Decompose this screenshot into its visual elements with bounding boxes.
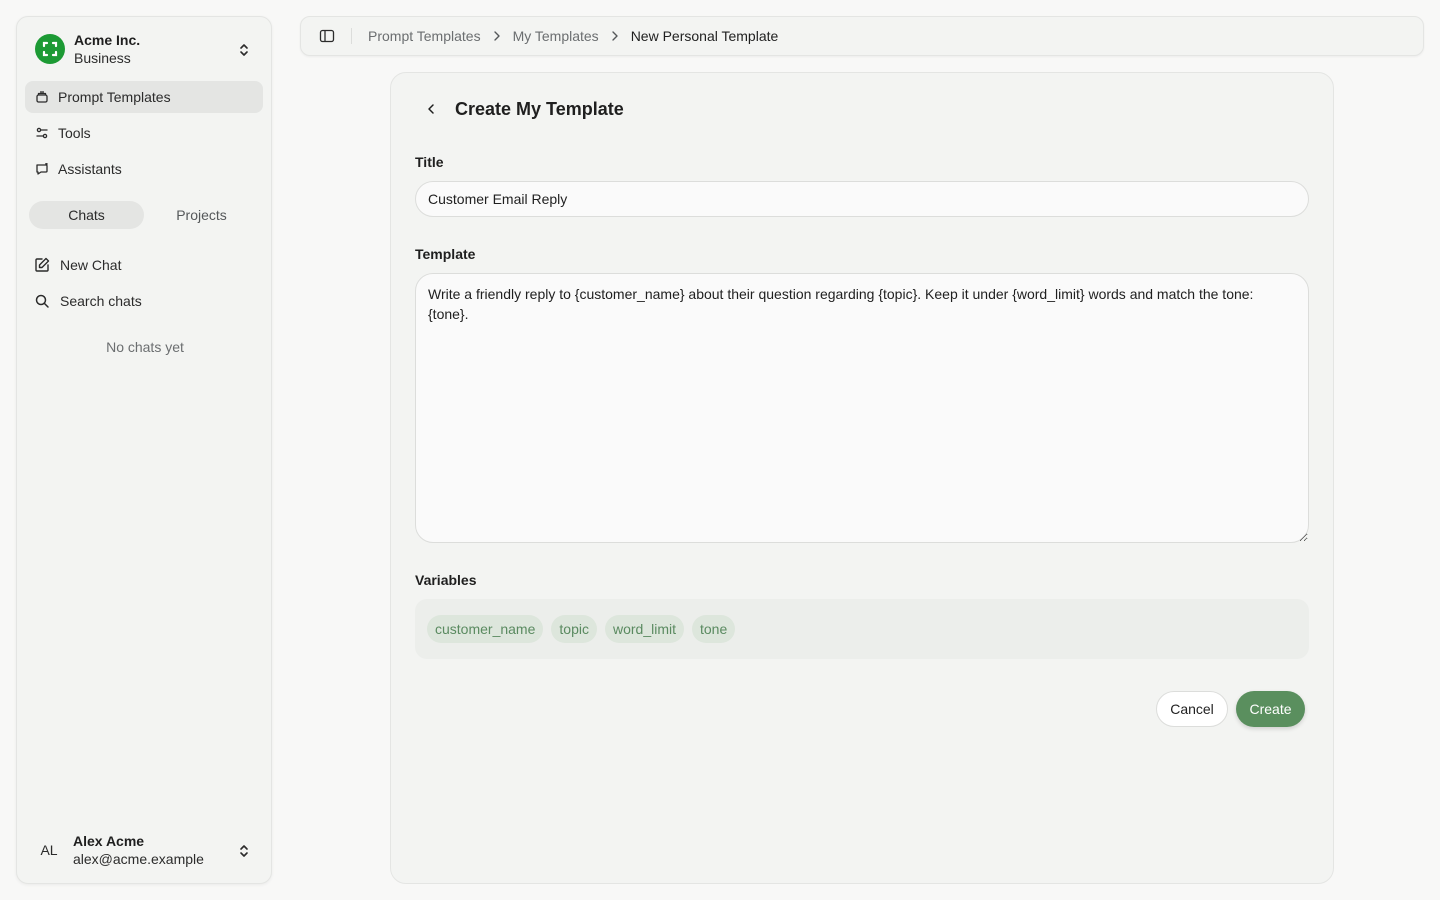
chevrons-up-down-icon bbox=[237, 843, 251, 859]
chat-actions: New Chat Search chats bbox=[25, 249, 263, 321]
nav-item-label: Assistants bbox=[58, 161, 122, 177]
title-input[interactable] bbox=[415, 181, 1309, 217]
org-name: Acme Inc. bbox=[74, 32, 141, 48]
tab-projects[interactable]: Projects bbox=[144, 201, 259, 229]
sidebar-toggle-icon[interactable] bbox=[319, 28, 335, 44]
variable-chip: customer_name bbox=[427, 615, 544, 643]
breadcrumb-prompt-templates[interactable]: Prompt Templates bbox=[368, 28, 481, 44]
org-switcher[interactable]: Acme Inc. Business bbox=[25, 25, 263, 73]
org-plan: Business bbox=[74, 50, 131, 66]
top-bar: Prompt Templates My Templates New Person… bbox=[300, 16, 1424, 56]
sidebar: Acme Inc. Business Prompt Templates Tool… bbox=[16, 16, 272, 884]
variable-chip: topic bbox=[551, 615, 597, 643]
cancel-button[interactable]: Cancel bbox=[1156, 691, 1228, 727]
page-title: Create My Template bbox=[455, 98, 624, 119]
template-label: Template bbox=[415, 246, 476, 262]
chevron-right-icon bbox=[493, 31, 501, 41]
breadcrumb-my-templates[interactable]: My Templates bbox=[513, 28, 599, 44]
new-chat-label: New Chat bbox=[60, 257, 122, 273]
search-icon bbox=[34, 293, 50, 309]
user-name: Alex Acme bbox=[73, 833, 145, 849]
search-chats-button[interactable]: Search chats bbox=[25, 285, 263, 317]
empty-chats-message: No chats yet bbox=[106, 339, 184, 355]
create-template-card: Create My Template Title Template Write … bbox=[390, 72, 1334, 884]
variable-chip: tone bbox=[691, 615, 736, 643]
new-chat-button[interactable]: New Chat bbox=[25, 249, 263, 281]
title-label: Title bbox=[415, 154, 444, 170]
chats-projects-toggle: Chats Projects bbox=[29, 201, 259, 229]
tools-icon bbox=[34, 125, 50, 141]
nav-item-prompt-templates[interactable]: Prompt Templates bbox=[25, 81, 263, 113]
breadcrumb: Prompt Templates My Templates New Person… bbox=[368, 28, 778, 44]
avatar: AL bbox=[40, 842, 58, 858]
search-chats-label: Search chats bbox=[60, 293, 142, 309]
nav-item-tools[interactable]: Tools bbox=[25, 117, 263, 149]
tab-chats[interactable]: Chats bbox=[29, 201, 144, 229]
org-logo-icon bbox=[35, 34, 65, 64]
edit-icon bbox=[34, 257, 50, 273]
variable-chip: word_limit bbox=[604, 615, 684, 643]
prompt-templates-icon bbox=[34, 89, 50, 105]
nav-item-assistants[interactable]: Assistants bbox=[25, 153, 263, 185]
chevron-right-icon bbox=[611, 31, 619, 41]
user-menu[interactable]: AL Alex Acme alex@acme.example bbox=[25, 825, 263, 875]
assistants-icon bbox=[34, 161, 50, 177]
breadcrumb-current: New Personal Template bbox=[630, 28, 779, 44]
back-button[interactable] bbox=[415, 97, 447, 121]
nav-item-label: Tools bbox=[58, 125, 91, 141]
variables-label: Variables bbox=[415, 572, 477, 588]
main-nav: Prompt Templates Tools Assistants bbox=[25, 81, 263, 189]
variables-list: customer_name topic word_limit tone bbox=[415, 599, 1309, 659]
chevrons-up-down-icon bbox=[237, 42, 251, 58]
template-textarea[interactable]: Write a friendly reply to {customer_name… bbox=[415, 273, 1309, 543]
toolbar-divider bbox=[351, 28, 352, 44]
nav-item-label: Prompt Templates bbox=[58, 89, 171, 105]
user-email: alex@acme.example bbox=[73, 851, 204, 867]
create-button[interactable]: Create bbox=[1236, 691, 1305, 727]
